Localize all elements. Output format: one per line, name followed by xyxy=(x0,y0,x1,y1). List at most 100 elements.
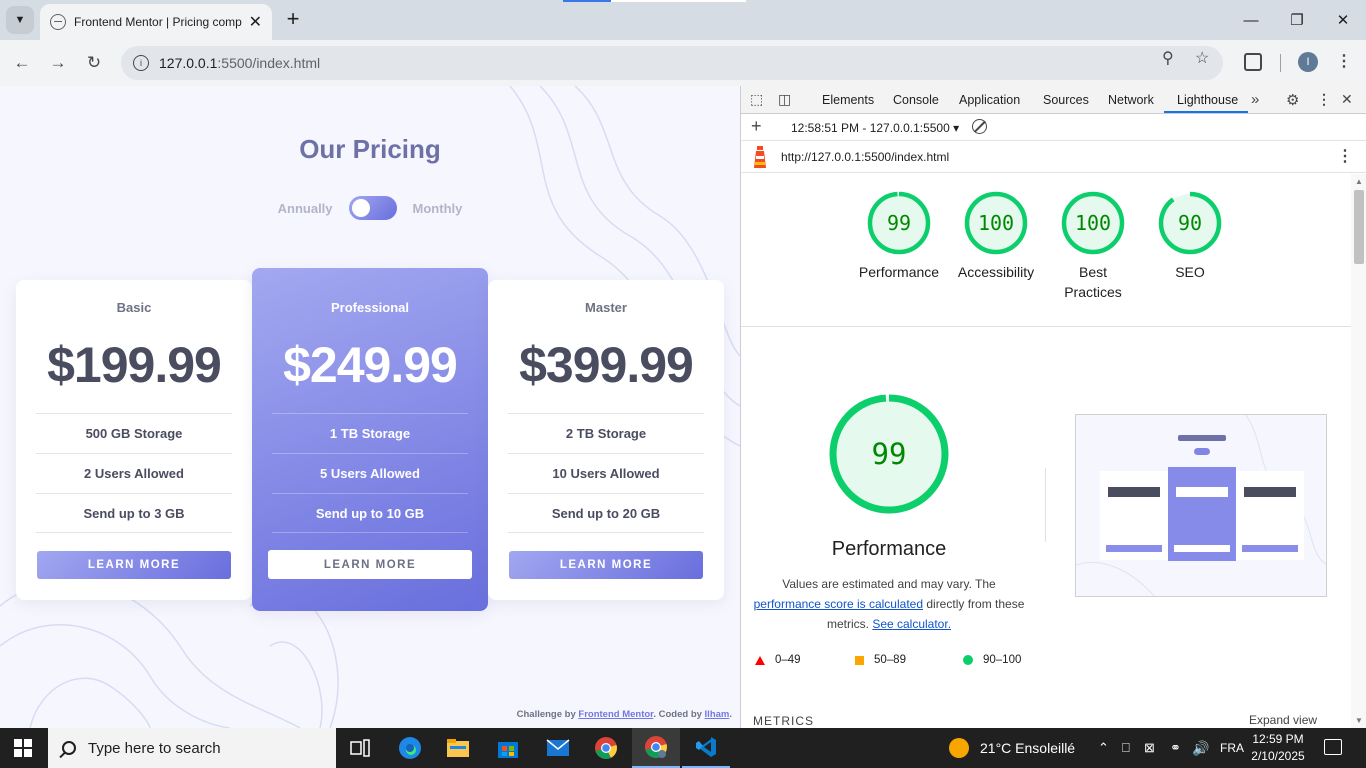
feature-users: 2 Users Allowed xyxy=(36,453,232,493)
reload-button[interactable]: ↻ xyxy=(81,50,107,76)
notification-center-icon[interactable] xyxy=(1324,739,1342,755)
report-selector[interactable]: 12:58:51 PM - 127.0.0.1:5500 ▾ xyxy=(791,121,959,135)
performance-score-large: 99 xyxy=(872,437,907,471)
author-link[interactable]: Ilham xyxy=(705,709,730,720)
search-placeholder: Type here to search xyxy=(88,739,221,757)
close-tab-icon[interactable]: ✕ xyxy=(249,12,262,32)
vertical-divider xyxy=(1045,468,1046,542)
chrome-profile-window-icon[interactable] xyxy=(632,728,680,768)
address-bar[interactable]: i 127.0.0.1:5500/index.html xyxy=(121,46,1223,80)
expand-view-toggle[interactable]: Expand view xyxy=(1249,713,1317,727)
tab-strip: ▼ Frontend Mentor | Pricing comp ✕ + — ❐… xyxy=(0,0,1366,40)
more-tabs-icon[interactable]: » xyxy=(1251,91,1259,108)
windows-start-icon[interactable] xyxy=(14,739,32,757)
scroll-thumb[interactable] xyxy=(1354,190,1364,264)
show-hidden-icons[interactable]: ⌃ xyxy=(1098,728,1109,768)
lighthouse-url-bar: http://127.0.0.1:5500/index.html ⋮ xyxy=(741,141,1366,173)
browser-toolbar: ← → ↻ i 127.0.0.1:5500/index.html ⚲ ☆ I … xyxy=(0,40,1366,86)
score-gauge-best-practices[interactable]: 100 Best Practices xyxy=(1048,190,1138,302)
report-menu-icon[interactable]: ⋮ xyxy=(1337,146,1353,166)
plan-name: Master xyxy=(585,300,627,315)
svg-text:90: 90 xyxy=(1178,211,1202,235)
toggle-knob xyxy=(351,199,370,217)
lighthouse-report: 99 Performance 100 Accessibility 100 Best Prac… xyxy=(741,174,1351,728)
tab-elements[interactable]: Elements xyxy=(822,93,874,107)
task-view-icon[interactable] xyxy=(336,728,384,768)
scroll-up-icon[interactable]: ▲ xyxy=(1355,177,1363,186)
score-label: Performance xyxy=(858,264,940,280)
devtools-menu-icon[interactable]: ⋮ xyxy=(1317,91,1331,108)
scroll-down-icon[interactable]: ▼ xyxy=(1355,716,1363,725)
microsoft-store-icon[interactable] xyxy=(484,728,532,768)
performance-description: Values are estimated and may vary. The pe… xyxy=(753,577,1025,631)
see-calculator-link[interactable]: See calculator. xyxy=(872,617,951,631)
extensions-icon[interactable] xyxy=(1244,53,1262,71)
restore-button[interactable]: ❐ xyxy=(1274,6,1320,34)
back-button[interactable]: ← xyxy=(9,50,35,76)
zoom-icon[interactable]: ⚲ xyxy=(1162,48,1174,68)
lighthouse-toolbar: + 12:58:51 PM - 127.0.0.1:5500 ▾ xyxy=(741,114,1366,141)
volume-icon[interactable]: 🔊 xyxy=(1192,728,1209,768)
score-gauge-performance[interactable]: 99 Performance xyxy=(854,190,944,282)
plan-price: $199.99 xyxy=(47,337,222,393)
learn-more-button[interactable]: LEARN MORE xyxy=(509,551,703,579)
page-viewport: Our Pricing Annually Monthly Basic $199.… xyxy=(0,86,740,728)
learn-more-button[interactable]: LEARN MORE xyxy=(268,550,472,579)
close-devtools-icon[interactable]: ✕ xyxy=(1341,91,1353,108)
taskbar-search-box[interactable]: Type here to search xyxy=(48,728,336,768)
system-clock[interactable]: 12:59 PM 2/10/2025 xyxy=(1248,731,1308,765)
active-tab-underline xyxy=(1164,111,1248,113)
file-explorer-icon[interactable] xyxy=(434,728,482,768)
score-label: Best Practices xyxy=(1064,264,1122,300)
close-window-button[interactable]: ✕ xyxy=(1320,6,1366,34)
tab-network[interactable]: Network xyxy=(1108,93,1154,107)
browser-tab[interactable]: Frontend Mentor | Pricing comp ✕ xyxy=(40,4,272,40)
tab-application[interactable]: Application xyxy=(959,93,1020,107)
tab-search-button[interactable]: ▼ xyxy=(6,6,34,34)
audited-url: http://127.0.0.1:5500/index.html xyxy=(781,150,950,164)
feature-storage: 500 GB Storage xyxy=(36,413,232,453)
score-label: SEO xyxy=(1175,264,1205,280)
billing-toggle-switch[interactable] xyxy=(348,196,397,220)
profile-avatar[interactable]: I xyxy=(1298,52,1318,72)
new-tab-button[interactable]: + xyxy=(282,8,304,30)
score-gauge-seo[interactable]: 90 SEO xyxy=(1145,190,1235,282)
meet-now-icon[interactable]: ⎕ xyxy=(1122,728,1130,768)
clear-reports-icon[interactable] xyxy=(972,119,987,134)
report-scrollbar[interactable]: ▲ ▼ xyxy=(1351,174,1366,728)
screenshot-image xyxy=(1076,415,1326,596)
window-highlight-light xyxy=(611,0,746,2)
device-toolbar-icon[interactable]: ◫ xyxy=(778,91,791,108)
tab-sources[interactable]: Sources xyxy=(1043,93,1089,107)
page-screenshot-thumbnail[interactable] xyxy=(1075,414,1327,597)
new-report-icon[interactable]: + xyxy=(751,116,762,137)
weather-widget[interactable]: 21°C Ensoleillé xyxy=(948,728,1075,768)
chrome-icon[interactable] xyxy=(582,728,630,768)
chevron-down-icon: ▼ xyxy=(14,14,26,26)
triangle-icon xyxy=(755,655,765,665)
performance-title: Performance xyxy=(831,538,947,560)
windows-taskbar: Type here to search 21°C Ensoleillé ⌃ ⎕ … xyxy=(0,728,1366,768)
mail-icon[interactable] xyxy=(534,728,582,768)
minimize-button[interactable]: — xyxy=(1228,6,1274,34)
vscode-icon[interactable] xyxy=(682,728,730,768)
language-indicator[interactable]: FRA xyxy=(1220,728,1244,768)
tab-console[interactable]: Console xyxy=(893,93,939,107)
window-highlight xyxy=(563,0,611,2)
frontend-mentor-link[interactable]: Frontend Mentor xyxy=(578,709,653,720)
ime-icon[interactable]: ⊠ xyxy=(1144,728,1155,768)
inspect-element-icon[interactable]: ⬚ xyxy=(750,91,763,108)
svg-text:100: 100 xyxy=(978,211,1014,235)
score-calculated-link[interactable]: performance score is calculated xyxy=(754,597,923,611)
browser-menu-icon[interactable]: ⋮ xyxy=(1336,51,1352,71)
site-info-icon[interactable]: i xyxy=(133,55,149,71)
forward-button[interactable]: → xyxy=(45,50,71,76)
edge-icon[interactable] xyxy=(386,728,434,768)
score-gauge-accessibility[interactable]: 100 Accessibility xyxy=(951,190,1041,282)
tab-lighthouse[interactable]: Lighthouse xyxy=(1177,93,1238,107)
network-icon[interactable]: ⚭ xyxy=(1170,728,1181,768)
learn-more-button[interactable]: LEARN MORE xyxy=(37,551,231,579)
settings-gear-icon[interactable]: ⚙ xyxy=(1286,91,1299,109)
feature-storage: 1 TB Storage xyxy=(272,413,468,453)
bookmark-star-icon[interactable]: ☆ xyxy=(1195,48,1209,68)
